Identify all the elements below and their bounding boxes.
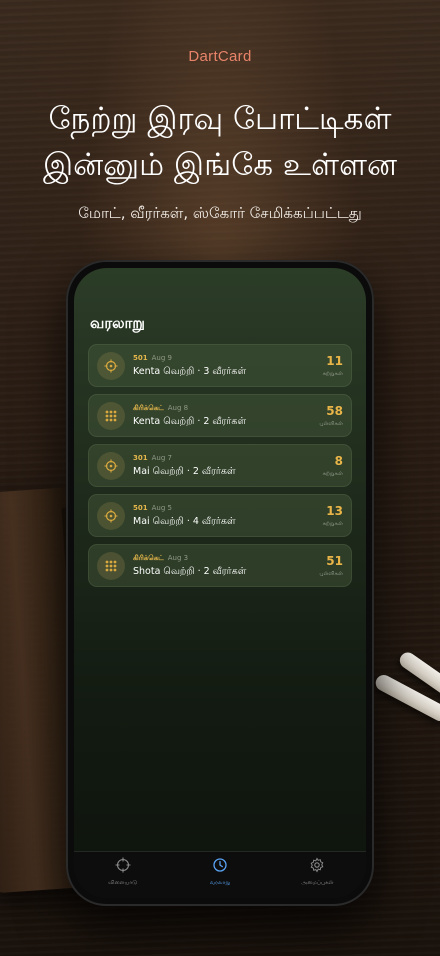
game-mode: 301 bbox=[133, 453, 148, 462]
game-date: Aug 9 bbox=[151, 353, 172, 362]
tab-play[interactable]: விளையாடு bbox=[83, 857, 163, 887]
brand-name: DartCard bbox=[188, 48, 252, 65]
headline: நேற்று இரவு போட்டிகள் இன்னும் இங்கே உள்ள… bbox=[0, 96, 440, 188]
game-history-item[interactable]: 501 Aug 5 Mai வெற்றி · 4 வீரர்கள் 13 சுற்… bbox=[88, 494, 352, 537]
game-result: Shota வெற்றி · 2 வீரர்கள் bbox=[133, 565, 247, 577]
game-score: 13 bbox=[326, 503, 343, 518]
headline-line-2: இன்னும் இங்கே உள்ளன bbox=[42, 147, 398, 183]
game-history-item[interactable]: 501 Aug 9 Kenta வெற்றி · 3 வீரர்கள் 11 சு… bbox=[88, 344, 352, 387]
game-mode: 501 bbox=[133, 503, 148, 512]
game-date: Aug 3 bbox=[167, 553, 189, 562]
game-result: Kenta வெற்றி · 2 வீரர்கள் bbox=[133, 415, 247, 427]
target-icon bbox=[97, 451, 125, 480]
game-score-unit: புள்ளிகள் bbox=[319, 420, 343, 427]
game-score-unit: சுற்றுகள் bbox=[322, 520, 343, 527]
game-result: Kenta வெற்றி · 3 வீரர்கள் bbox=[133, 365, 247, 377]
tab-history[interactable]: வரலாறு bbox=[180, 857, 260, 887]
tab-label: விளையாடு bbox=[108, 880, 138, 886]
target-icon bbox=[97, 351, 125, 380]
game-score-unit: சுற்றுகள் bbox=[322, 370, 343, 377]
game-history-list: 501 Aug 9 Kenta வெற்றி · 3 வீரர்கள் 11 சு… bbox=[88, 344, 352, 594]
crosshair-icon bbox=[115, 857, 131, 877]
target-icon bbox=[97, 501, 125, 530]
clock-icon bbox=[212, 857, 228, 877]
game-date: Aug 7 bbox=[151, 453, 172, 462]
game-result: Mai வெற்றி · 4 வீரர்கள் bbox=[133, 515, 236, 527]
game-history-item[interactable]: 301 Aug 7 Mai வெற்றி · 2 வீரர்கள் 8 சுற்ற… bbox=[88, 444, 352, 487]
game-score: 58 bbox=[326, 403, 343, 418]
phone-frame: வரலாறு 501 Aug 9 Kenta வெற்றி · 3 வீரர்கள… bbox=[66, 260, 374, 906]
game-mode: 501 bbox=[133, 353, 148, 362]
game-score: 11 bbox=[326, 353, 343, 368]
grid-icon bbox=[97, 551, 125, 580]
game-score: 51 bbox=[326, 553, 343, 568]
headline-line-1: நேற்று இரவு போட்டிகள் bbox=[48, 101, 392, 137]
page-title: வரலாறு bbox=[90, 314, 145, 332]
game-date: Aug 8 bbox=[167, 403, 189, 412]
tab-bar: விளையாடு வரலாறு அமைப்புகள் bbox=[74, 851, 366, 898]
game-history-item[interactable]: கிரிக்கெட் Aug 3 Shota வெற்றி · 2 வீரர்கள… bbox=[88, 544, 352, 587]
subheadline: மோட், வீரர்கள், ஸ்கோர் சேமிக்கப்பட்டது bbox=[78, 204, 362, 222]
game-score-unit: புள்ளிகள் bbox=[319, 570, 343, 577]
grid-icon bbox=[97, 401, 125, 430]
game-result: Mai வெற்றி · 2 வீரர்கள் bbox=[133, 465, 236, 477]
tab-label: வரலாறு bbox=[209, 880, 231, 886]
game-mode: கிரிக்கெட் bbox=[133, 553, 164, 562]
game-date: Aug 5 bbox=[151, 503, 172, 512]
tab-label: அமைப்புகள் bbox=[301, 880, 334, 886]
phone-screen: வரலாறு 501 Aug 9 Kenta வெற்றி · 3 வீரர்கள… bbox=[74, 268, 366, 898]
game-history-item[interactable]: கிரிக்கெட் Aug 8 Kenta வெற்றி · 2 வீரர்கள… bbox=[88, 394, 352, 437]
game-mode: கிரிக்கெட் bbox=[133, 403, 164, 412]
gear-icon bbox=[309, 857, 325, 877]
game-score: 8 bbox=[334, 453, 343, 468]
game-score-unit: சுற்றுகள் bbox=[322, 470, 343, 477]
tab-settings[interactable]: அமைப்புகள் bbox=[277, 857, 357, 887]
